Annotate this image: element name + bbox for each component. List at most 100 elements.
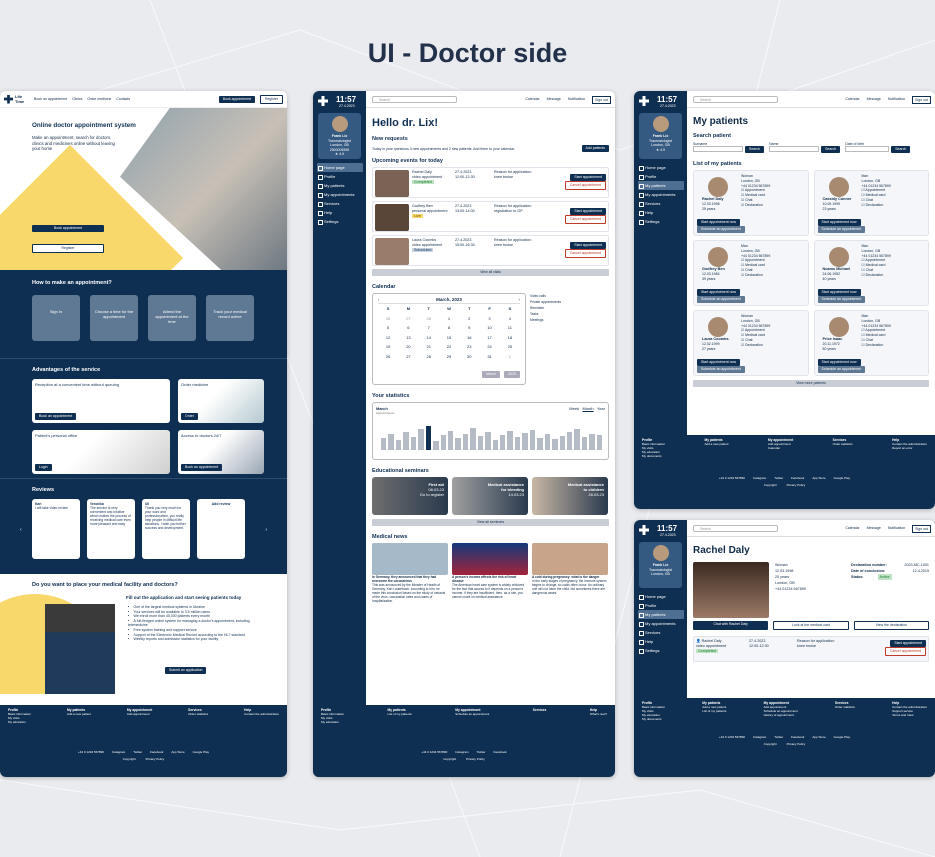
cancel-appointment-button[interactable]: Cancel appointment <box>564 181 606 190</box>
start-appointment-button[interactable]: Start appointment <box>570 174 606 181</box>
facebook-link[interactable]: Facebook <box>791 735 804 739</box>
calendar-day[interactable]: 31 <box>479 352 499 362</box>
start-appointment-now-button[interactable]: Start appointment now <box>817 289 861 296</box>
schedule-appointment-button[interactable]: Schedule an appointment <box>697 296 745 303</box>
calendar-day[interactable]: 27 <box>398 352 418 362</box>
notification-link[interactable]: Notification <box>888 96 905 104</box>
message-link[interactable]: Message <box>867 96 881 104</box>
calendar-day[interactable]: 3 <box>479 314 499 324</box>
patient-card[interactable]: Rachel Daly 12.03.1998 25 years Woman London… <box>693 170 809 236</box>
footer-phone[interactable]: +44 0 1234 567890 <box>78 750 104 754</box>
footer-link[interactable]: Terms and rules <box>892 713 913 717</box>
sidebar-item-profile[interactable]: Profile <box>638 172 684 181</box>
twitter-link[interactable]: Twitter <box>477 750 486 754</box>
tab-week[interactable]: Week <box>569 406 579 411</box>
cancel-appointment-button[interactable]: Cancel appointment <box>884 647 926 656</box>
calendar-day[interactable]: 24 <box>479 342 499 352</box>
advantage-card[interactable]: Access to doctors 24/7 Book an appointmen… <box>178 430 264 474</box>
footer-phone[interactable]: +44 0 1234 567890 <box>421 750 447 754</box>
calendar-day[interactable]: 19 <box>378 342 398 352</box>
search-input[interactable]: Search <box>693 96 778 103</box>
footer-phone[interactable]: +44 0 1234 567890 <box>719 735 745 739</box>
sign-out-button[interactable]: Sign out <box>912 525 931 533</box>
footer-col-title[interactable]: Services <box>533 708 547 712</box>
start-appointment-button[interactable]: Start appointment <box>890 640 926 647</box>
instagram-link[interactable]: Instagram <box>753 476 766 480</box>
app-store-badge[interactable]: App Store <box>812 735 825 739</box>
sidebar-item-profile[interactable]: Profile <box>317 172 363 181</box>
calendar-day[interactable]: 18 <box>500 333 520 343</box>
calendar-day[interactable]: 17 <box>479 333 499 343</box>
calendar-day[interactable]: 7 <box>419 323 439 333</box>
sign-out-button[interactable]: Sign out <box>592 96 611 104</box>
calendar-day[interactable]: 28 <box>419 314 439 324</box>
start-appointment-button[interactable]: Start appointment <box>570 242 606 249</box>
tab-month[interactable]: Month <box>582 406 593 411</box>
news-card[interactable]: A cold during pregnancy: what is the dan… <box>532 543 608 603</box>
search-button[interactable]: Search <box>891 146 911 153</box>
instagram-link[interactable]: Instagram <box>455 750 468 754</box>
chevron-left-icon[interactable]: ‹ <box>20 527 22 533</box>
sidebar-item-patients[interactable]: My patients <box>638 181 684 190</box>
declaration-check[interactable]: Declaration <box>862 203 891 208</box>
footer-link[interactable]: Order statistics <box>188 712 208 716</box>
calendar-day[interactable]: 13 <box>398 333 418 343</box>
google-play-badge[interactable]: Google Play <box>834 476 850 480</box>
footer-link[interactable]: Add a new patient <box>67 712 91 716</box>
footer-link[interactable]: What's new? <box>590 712 607 716</box>
calendar-day[interactable]: 21 <box>419 342 439 352</box>
news-card[interactable]: In Germany, they announced that they had… <box>372 543 448 603</box>
footer-link[interactable]: Order statistics <box>833 442 853 446</box>
sidebar-item-settings[interactable]: Settings <box>638 646 684 655</box>
seminar-register-link[interactable]: Go to register <box>420 492 444 497</box>
sidebar-item-appointments[interactable]: My appointments <box>317 190 363 199</box>
seminar-card[interactable]: Medical assistance for bleeding 14.03.23 <box>452 477 528 515</box>
chevron-left-icon[interactable]: ‹ <box>378 297 380 302</box>
calendar-day[interactable]: 1 <box>439 314 459 324</box>
hero-register-button[interactable]: Register <box>32 244 104 253</box>
sidebar-item-help[interactable]: Help <box>317 208 363 217</box>
privacy-link[interactable]: Privacy Policy <box>146 757 165 761</box>
doctor-profile-card[interactable]: Frank Lix Traumatologist London, GB ★ 4.… <box>639 113 682 159</box>
view-more-patients-button[interactable]: View more patients <box>693 380 929 387</box>
message-link[interactable]: Message <box>547 96 561 104</box>
start-appointment-now-button[interactable]: Start appointment now <box>697 219 741 226</box>
advantage-button[interactable]: Order <box>181 413 198 420</box>
footer-link[interactable]: Order statistics <box>835 705 855 709</box>
privacy-link[interactable]: Privacy Policy <box>787 742 806 746</box>
footer-link[interactable]: My documents <box>642 454 662 458</box>
google-play-badge[interactable]: Google Play <box>193 750 209 754</box>
calendar-day[interactable]: 10 <box>479 323 499 333</box>
advantage-button[interactable]: Book an appointment <box>181 464 223 471</box>
calendar-day[interactable]: 26 <box>378 352 398 362</box>
schedule-appointment-button[interactable]: Schedule an appointment <box>697 366 745 373</box>
schedule-appointment-button[interactable]: Schedule an appointment <box>817 296 866 303</box>
privacy-link[interactable]: Privacy Policy <box>466 757 485 761</box>
advantage-button[interactable]: Login <box>35 464 52 471</box>
declaration-check[interactable]: Declaration <box>862 343 891 348</box>
search-button[interactable]: Search <box>745 146 765 153</box>
nav-link[interactable]: Contacts <box>116 97 130 101</box>
sidebar-item-settings[interactable]: Settings <box>638 217 684 226</box>
footer-link[interactable]: Calendar <box>768 446 780 450</box>
sidebar-item-services[interactable]: Services <box>638 199 684 208</box>
facebook-link[interactable]: Facebook <box>150 750 163 754</box>
nav-link[interactable]: Order medicine <box>87 97 111 101</box>
tab-year[interactable]: Year <box>597 406 605 411</box>
facebook-link[interactable]: Facebook <box>791 476 804 480</box>
calendar-day[interactable]: 4 <box>500 314 520 324</box>
chat-button[interactable]: Chat with Rachel Daly <box>693 621 769 630</box>
nav-link[interactable]: Clinics <box>72 97 82 101</box>
calendar-day[interactable]: 28 <box>419 352 439 362</box>
nav-register-button[interactable]: Register <box>259 94 283 104</box>
search-input[interactable]: Search <box>693 525 778 532</box>
add-patients-button[interactable]: Add patients <box>581 145 609 152</box>
sidebar-item-appointments[interactable]: My appointments <box>638 190 684 199</box>
notification-link[interactable]: Notification <box>888 525 905 533</box>
app-store-badge[interactable]: App Store <box>812 476 825 480</box>
sidebar-item-services[interactable]: Services <box>638 628 684 637</box>
patient-card[interactable]: Cassidy Conner 10.09.1999 23 years Man Londo… <box>813 170 929 236</box>
footer-link[interactable]: My education <box>8 720 26 724</box>
twitter-link[interactable]: Twitter <box>774 735 783 739</box>
calendar-link[interactable]: Calendar <box>525 96 539 104</box>
